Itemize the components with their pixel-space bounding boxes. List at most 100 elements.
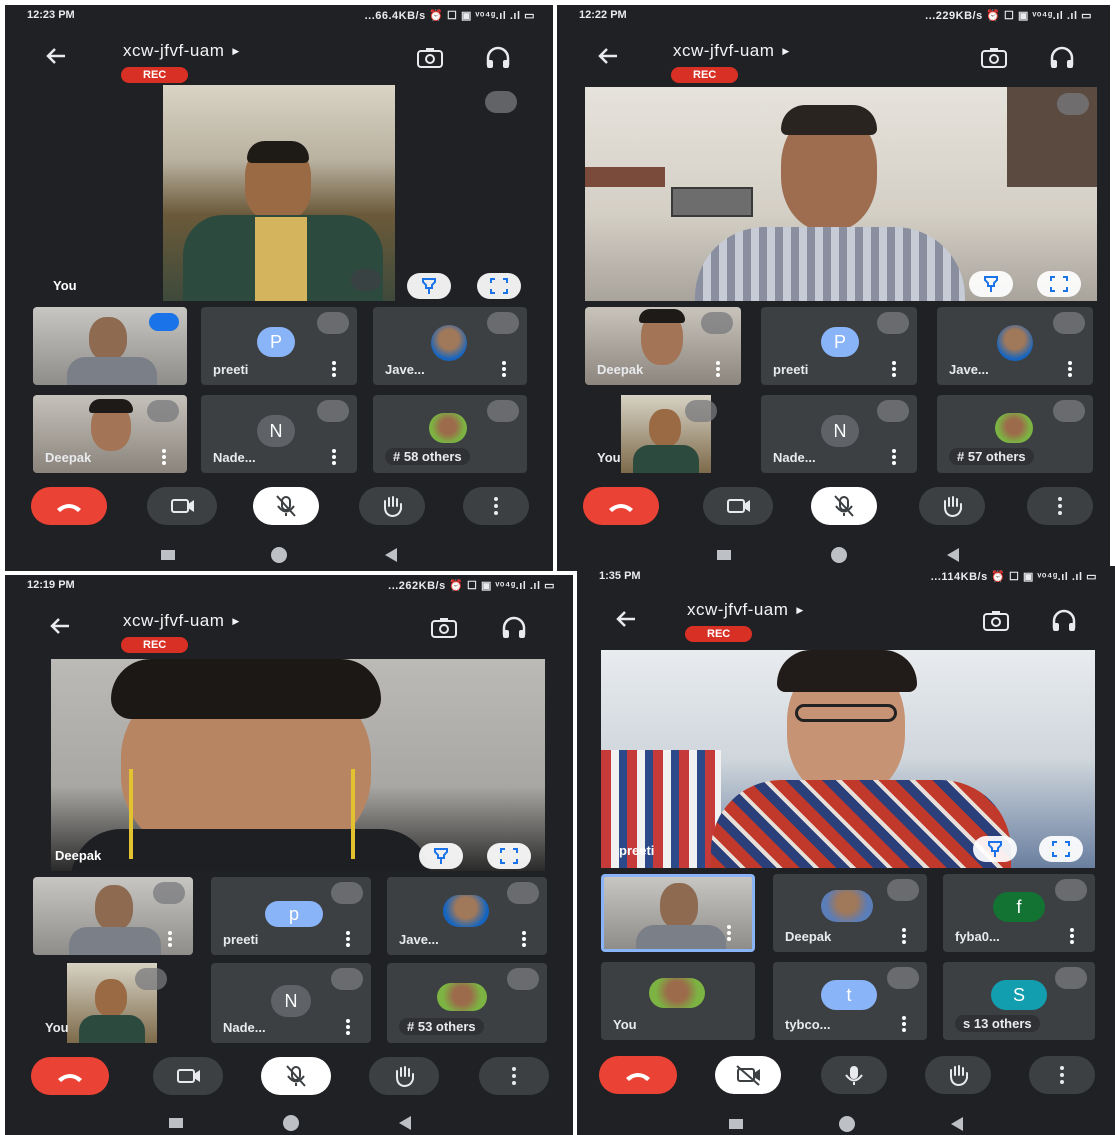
main-video-tile[interactable]: Deepak bbox=[51, 659, 545, 871]
pin-icon[interactable] bbox=[973, 836, 1017, 862]
meeting-title[interactable]: xcw-jfvf-uam ▶ bbox=[123, 41, 240, 61]
participant-tile[interactable]: N Nade... bbox=[201, 395, 357, 473]
back-nav-icon[interactable] bbox=[399, 1116, 411, 1130]
end-call-button[interactable] bbox=[599, 1056, 677, 1094]
headphones-icon[interactable] bbox=[1047, 45, 1077, 71]
participant-tile[interactable]: Deepak bbox=[585, 307, 741, 385]
participant-tile[interactable] bbox=[601, 874, 755, 952]
more-options-button[interactable] bbox=[1027, 487, 1093, 525]
more-vert-icon[interactable] bbox=[891, 449, 897, 465]
participant-tile[interactable] bbox=[33, 877, 193, 955]
fullscreen-icon[interactable] bbox=[487, 843, 531, 869]
others-tile[interactable]: # 58 others bbox=[373, 395, 527, 473]
more-vert-icon[interactable] bbox=[901, 928, 907, 944]
recents-icon[interactable] bbox=[161, 550, 175, 560]
home-icon[interactable] bbox=[839, 1116, 855, 1132]
participant-tile[interactable]: P preeti bbox=[761, 307, 917, 385]
home-icon[interactable] bbox=[831, 547, 847, 563]
flip-camera-icon[interactable] bbox=[981, 608, 1011, 634]
camera-button[interactable] bbox=[703, 487, 773, 525]
back-arrow-icon[interactable] bbox=[593, 41, 623, 71]
more-vert-icon[interactable] bbox=[345, 931, 351, 947]
participant-tile[interactable] bbox=[33, 307, 187, 385]
raise-hand-button[interactable] bbox=[919, 487, 985, 525]
main-video-tile[interactable]: preeti bbox=[601, 650, 1095, 868]
participant-tile[interactable]: Deepak bbox=[33, 395, 187, 473]
camera-button[interactable] bbox=[153, 1057, 223, 1095]
participant-tile[interactable]: You bbox=[585, 395, 741, 473]
back-nav-icon[interactable] bbox=[947, 548, 959, 562]
raise-hand-button[interactable] bbox=[925, 1056, 991, 1094]
flip-camera-icon[interactable] bbox=[429, 615, 459, 641]
others-tile[interactable]: S s 13 others bbox=[943, 962, 1095, 1040]
participant-tile[interactable]: N Nade... bbox=[761, 395, 917, 473]
back-arrow-icon[interactable] bbox=[41, 41, 71, 71]
main-video-tile[interactable]: You bbox=[35, 85, 525, 301]
mic-button[interactable] bbox=[821, 1056, 887, 1094]
meeting-title[interactable]: xcw-jfvf-uam ▶ bbox=[123, 611, 240, 631]
home-icon[interactable] bbox=[271, 547, 287, 563]
pin-icon[interactable] bbox=[419, 843, 463, 869]
camera-button[interactable] bbox=[147, 487, 217, 525]
others-tile[interactable]: # 53 others bbox=[387, 963, 547, 1043]
participant-tile[interactable]: P preeti bbox=[201, 307, 357, 385]
more-vert-icon[interactable] bbox=[167, 931, 173, 947]
more-vert-icon[interactable] bbox=[161, 449, 167, 465]
flip-camera-icon[interactable] bbox=[415, 45, 445, 71]
more-vert-icon[interactable] bbox=[715, 361, 721, 377]
more-options-button[interactable] bbox=[1029, 1056, 1095, 1094]
main-video-tile[interactable] bbox=[585, 87, 1097, 301]
end-call-button[interactable] bbox=[583, 487, 659, 525]
fullscreen-icon[interactable] bbox=[1037, 271, 1081, 297]
participant-tile[interactable]: f fyba0... bbox=[943, 874, 1095, 952]
back-arrow-icon[interactable] bbox=[45, 611, 75, 641]
more-vert-icon[interactable] bbox=[331, 449, 337, 465]
more-vert-icon[interactable] bbox=[331, 361, 337, 377]
participant-tile[interactable]: Deepak bbox=[773, 874, 927, 952]
back-arrow-icon[interactable] bbox=[611, 604, 641, 634]
participant-tile[interactable]: Jave... bbox=[937, 307, 1093, 385]
pin-icon[interactable] bbox=[969, 271, 1013, 297]
headphones-icon[interactable] bbox=[1049, 608, 1079, 634]
more-vert-icon[interactable] bbox=[521, 931, 527, 947]
meeting-title[interactable]: xcw-jfvf-uam ▶ bbox=[673, 41, 790, 61]
recents-icon[interactable] bbox=[729, 1119, 743, 1129]
back-nav-icon[interactable] bbox=[385, 548, 397, 562]
more-vert-icon[interactable] bbox=[501, 361, 507, 377]
participant-tile[interactable]: N Nade... bbox=[211, 963, 371, 1043]
camera-button[interactable] bbox=[715, 1056, 781, 1094]
fullscreen-icon[interactable] bbox=[1039, 836, 1083, 862]
raise-hand-button[interactable] bbox=[359, 487, 425, 525]
flip-camera-icon[interactable] bbox=[979, 45, 1009, 71]
participant-tile[interactable]: Jave... bbox=[373, 307, 527, 385]
more-vert-icon[interactable] bbox=[345, 1019, 351, 1035]
mic-button[interactable] bbox=[261, 1057, 331, 1095]
headphones-icon[interactable] bbox=[499, 615, 529, 641]
more-options-button[interactable] bbox=[463, 487, 529, 525]
end-call-button[interactable] bbox=[31, 487, 107, 525]
more-options-button[interactable] bbox=[479, 1057, 549, 1095]
back-nav-icon[interactable] bbox=[951, 1117, 963, 1131]
participant-tile[interactable]: Jave... bbox=[387, 877, 547, 955]
end-call-button[interactable] bbox=[31, 1057, 109, 1095]
more-vert-icon[interactable] bbox=[891, 361, 897, 377]
headphones-icon[interactable] bbox=[483, 45, 513, 71]
participant-tile[interactable]: p preeti bbox=[211, 877, 371, 955]
more-vert-icon[interactable] bbox=[726, 925, 732, 941]
more-vert-icon[interactable] bbox=[1067, 361, 1073, 377]
raise-hand-button[interactable] bbox=[369, 1057, 439, 1095]
more-vert-icon[interactable] bbox=[901, 1016, 907, 1032]
fullscreen-icon[interactable] bbox=[477, 273, 521, 299]
participant-tile[interactable]: You bbox=[601, 962, 755, 1040]
more-vert-icon[interactable] bbox=[1069, 928, 1075, 944]
pin-icon[interactable] bbox=[407, 273, 451, 299]
mic-button[interactable] bbox=[811, 487, 877, 525]
effects-badge[interactable] bbox=[351, 269, 381, 291]
mic-button[interactable] bbox=[253, 487, 319, 525]
home-icon[interactable] bbox=[283, 1115, 299, 1131]
participant-tile[interactable]: t tybco... bbox=[773, 962, 927, 1040]
others-tile[interactable]: # 57 others bbox=[937, 395, 1093, 473]
meeting-title[interactable]: xcw-jfvf-uam ▶ bbox=[687, 600, 804, 620]
recents-icon[interactable] bbox=[169, 1118, 183, 1128]
participant-tile[interactable]: You bbox=[33, 963, 193, 1043]
